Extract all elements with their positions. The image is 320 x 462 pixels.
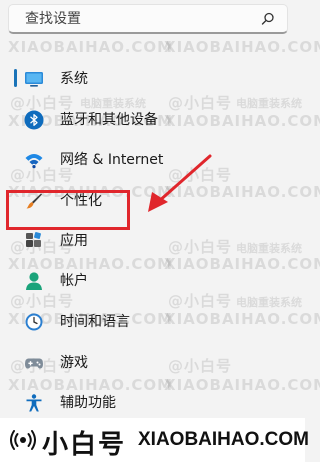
nav-label: 系统 <box>60 71 88 87</box>
nav-label: 帐户 <box>60 273 88 289</box>
nav-label: 时间和语言 <box>60 314 130 330</box>
active-indicator <box>14 69 17 87</box>
gamepad-icon <box>25 358 43 369</box>
nav-label: 游戏 <box>60 355 88 371</box>
nav-label: 应用 <box>60 233 88 249</box>
nav-item-bluetooth[interactable]: 蓝牙和其他设备 <box>0 99 300 139</box>
footer-domain: XIAOBAIHAO.COM <box>138 429 309 450</box>
nav-label: 辅助功能 <box>60 395 116 411</box>
nav-label: 蓝牙和其他设备 <box>60 112 158 128</box>
nav-item-accessibility[interactable]: 辅助功能 <box>0 382 300 422</box>
footer-brand: 小白号 <box>42 430 127 460</box>
nav-item-gaming[interactable]: 游戏 <box>0 342 300 382</box>
watermark-text: XIAOBAIHAO.COM <box>164 38 320 56</box>
accessibility-icon <box>26 394 42 412</box>
search-icon[interactable] <box>261 12 275 26</box>
system-monitor-icon <box>25 72 43 87</box>
clock-globe-icon <box>25 313 43 331</box>
bluetooth-icon <box>24 110 44 130</box>
account-icon <box>26 272 42 290</box>
search-input[interactable] <box>25 10 255 28</box>
broadcast-logo-icon <box>10 430 36 450</box>
annotation-arrow-icon <box>148 154 212 212</box>
search-box[interactable] <box>8 4 288 34</box>
watermark-footer: 小白号 XIAOBAIHAO.COM <box>0 418 309 462</box>
watermark-text: XIAOBAIHAO.COM <box>8 38 174 56</box>
wifi-icon <box>25 154 43 169</box>
nav-item-accounts[interactable]: 帐户 <box>0 260 300 300</box>
highlight-box <box>6 190 130 230</box>
nav-item-system[interactable]: 系统 <box>0 58 300 98</box>
apps-icon <box>26 232 41 247</box>
nav-item-time-language[interactable]: 时间和语言 <box>0 301 300 341</box>
